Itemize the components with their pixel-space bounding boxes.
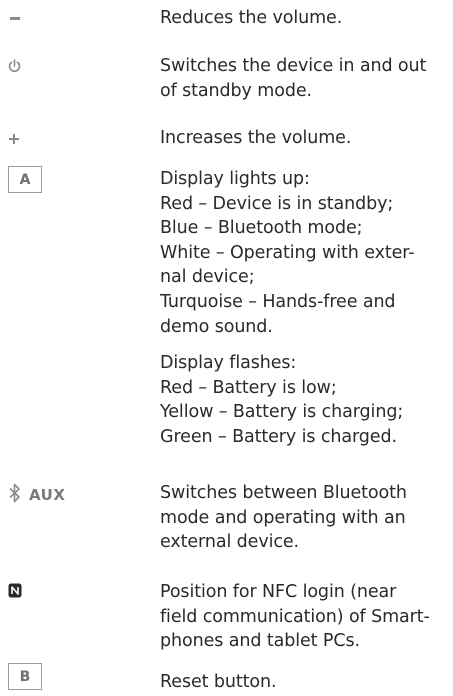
description-line: Display lights up: — [160, 169, 310, 189]
description-line: Reset button. — [160, 672, 277, 692]
entry-description: Position for NFC login (near field commu… — [160, 580, 450, 654]
description-line: Red – Device is in standby; — [160, 193, 394, 214]
description-line: Green – Battery is charged. — [160, 426, 397, 447]
description-line: Red – Battery is low; — [160, 377, 337, 398]
reset-b-label: B — [8, 663, 42, 690]
description-line: Position for NFC login (near — [160, 582, 397, 602]
description-line: White – Operating with exter- — [160, 242, 415, 263]
description-line: Display flashes: — [160, 353, 297, 374]
description-line: Blue – Bluetooth mode; — [160, 218, 363, 239]
power-icon — [8, 58, 21, 77]
aux-label: AUX — [29, 486, 66, 504]
description-line: Increases the volume. — [160, 128, 352, 148]
description-line: Yellow – Battery is charging; — [160, 402, 404, 423]
minus-icon — [10, 17, 20, 20]
description-line: Switches the device in and out — [160, 56, 427, 76]
entry-description: Reduces the volume. — [160, 6, 450, 31]
display-a-label: A — [8, 166, 42, 193]
bluetooth-icon — [8, 483, 22, 507]
description-line: external device. — [160, 532, 300, 553]
description-line: phones and tablet PCs. — [160, 631, 360, 652]
bluetooth-aux-symbol: AUX — [8, 483, 65, 507]
entry-description: Display lights up: Red – Device is in st… — [160, 167, 450, 450]
description-line: Switches between Bluetooth — [160, 483, 407, 503]
description-line: field communication) of Smart- — [160, 606, 430, 627]
entry-description: Reset button. — [160, 670, 450, 695]
entry-description: Increases the volume. — [160, 126, 450, 151]
description-line: of standby mode. — [160, 80, 312, 101]
plus-icon — [9, 134, 19, 144]
description-line: demo sound. — [160, 316, 273, 337]
nfc-icon — [8, 583, 22, 602]
entry-description: Switches between Bluetooth mode and oper… — [160, 481, 450, 555]
entry-description: Switches the device in and out of standb… — [160, 54, 450, 103]
description-line: Turquoise – Hands-free and — [160, 291, 396, 312]
description-line: nal device; — [160, 267, 255, 288]
description-line: Reduces the volume. — [160, 8, 343, 28]
description-line: mode and operating with an — [160, 507, 406, 528]
